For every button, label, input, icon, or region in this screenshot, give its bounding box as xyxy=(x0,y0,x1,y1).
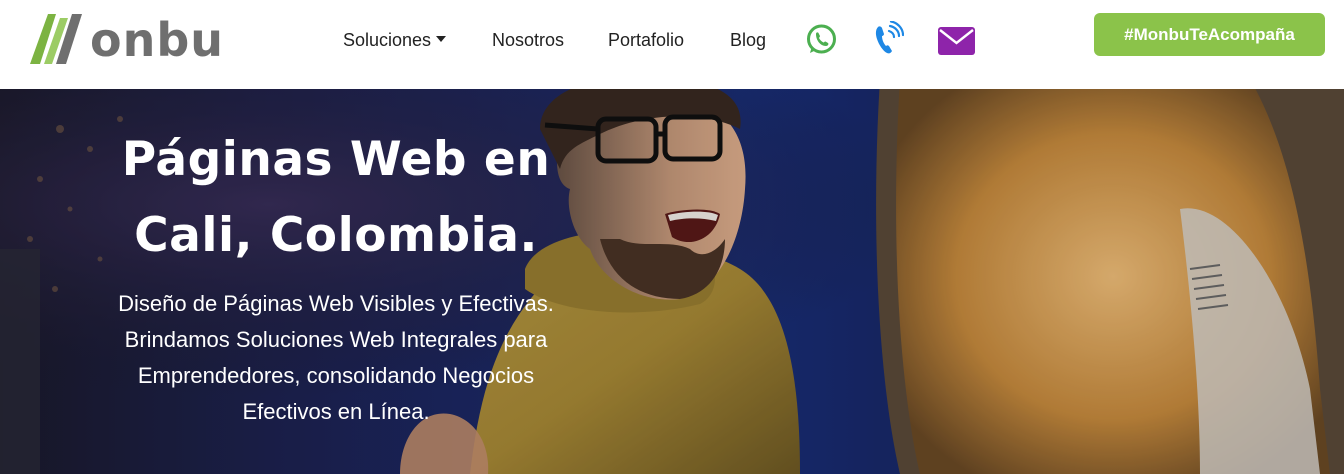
hero-banner: Páginas Web en Cali, Colombia. Diseño de… xyxy=(0,89,1344,474)
nav-item-label: Nosotros xyxy=(492,30,565,50)
hero-title-line-2: Cali, Colombia. xyxy=(134,208,538,263)
nav-item-blog[interactable]: Blog xyxy=(730,28,766,52)
hero-description: Diseño de Páginas Web Visibles y Efectiv… xyxy=(118,291,554,424)
logo[interactable]: onbu xyxy=(26,8,236,68)
mail-icon[interactable] xyxy=(938,27,975,55)
cta-button[interactable]: #MonbuTeAcompaña xyxy=(1094,13,1325,56)
hero-title-line-1: Páginas Web en xyxy=(121,132,551,187)
nav-item-nosotros[interactable]: Nosotros xyxy=(492,28,564,52)
nav-item-portafolio[interactable]: Portafolio xyxy=(608,28,684,52)
site-header: onbu Soluciones Nosotros Portafolio Blog… xyxy=(0,0,1344,89)
nav-item-soluciones[interactable]: Soluciones xyxy=(343,28,447,52)
nav-item-label: Blog xyxy=(730,30,767,50)
nav-item-label: Portafolio xyxy=(608,30,685,50)
nav-item-label: Soluciones xyxy=(343,30,432,50)
phone-icon[interactable] xyxy=(872,21,904,57)
logo-mark-icon xyxy=(30,14,82,64)
caret-down-icon xyxy=(436,36,447,43)
whatsapp-icon[interactable] xyxy=(805,23,838,56)
hero-title: Páginas Web en Cali, Colombia. xyxy=(96,122,576,274)
logo-text: onbu xyxy=(90,13,225,67)
